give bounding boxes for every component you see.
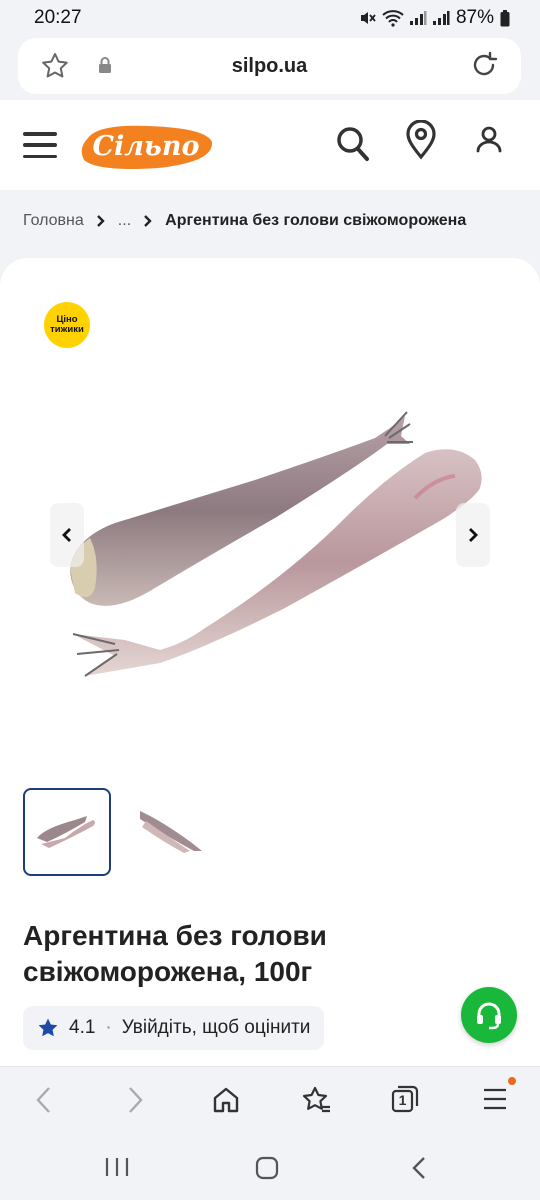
- browser-menu-icon[interactable]: [482, 1087, 508, 1111]
- signal-icon-2: [432, 11, 450, 25]
- rating-separator: ·: [105, 1017, 112, 1038]
- promo-badge: Ціно тижики: [44, 302, 90, 348]
- thumbnail-image: [37, 816, 95, 848]
- browser-url-bar[interactable]: silpo.ua: [18, 38, 521, 94]
- site-header: Сільпо: [0, 100, 540, 190]
- status-time: 20:27: [34, 7, 82, 28]
- browser-bottom-toolbar: 1: [0, 1066, 540, 1134]
- thumbnail-1[interactable]: [23, 788, 111, 876]
- rating-box[interactable]: 4.1 · Увійдіть, щоб оцінити: [23, 1006, 325, 1050]
- status-bar: 20:27 87%: [0, 0, 540, 36]
- product-card: Ціно тижики Аргентина без голови свіжомо…: [0, 258, 540, 1078]
- support-chat-button[interactable]: [461, 987, 517, 1043]
- tabs-button[interactable]: 1: [391, 1085, 419, 1113]
- reload-icon[interactable]: [469, 50, 499, 80]
- thumbnail-image: [140, 811, 202, 853]
- url-domain[interactable]: silpo.ua: [18, 55, 521, 78]
- user-account-icon[interactable]: [475, 125, 503, 155]
- chevron-right-icon: [96, 215, 105, 227]
- slider-next-button[interactable]: [456, 503, 490, 567]
- mute-icon: [360, 12, 376, 24]
- rating-star-icon: [38, 1018, 58, 1037]
- rating-value: 4.1: [69, 1017, 96, 1038]
- chevron-right-icon: [144, 215, 152, 227]
- breadcrumb-current: Аргентина без голови свіжоморожена: [165, 212, 467, 229]
- headset-icon: [477, 1002, 501, 1030]
- menu-burger-icon[interactable]: [23, 132, 57, 158]
- rating-login-prompt[interactable]: Увійдіть, щоб оцінити: [122, 1017, 311, 1039]
- forward-icon[interactable]: [125, 1085, 145, 1115]
- thumbnail-2[interactable]: [125, 788, 213, 876]
- back-icon[interactable]: [34, 1085, 54, 1115]
- search-icon[interactable]: [335, 125, 371, 163]
- product-title: Аргентина без голови свіжоморожена, 100г: [23, 920, 327, 987]
- signal-icon-1: [409, 11, 427, 25]
- recent-apps-icon[interactable]: [104, 1156, 130, 1178]
- system-back-icon[interactable]: [410, 1156, 428, 1180]
- silpo-logo[interactable]: Сільпо: [78, 118, 218, 174]
- location-pin-icon[interactable]: [404, 120, 438, 160]
- breadcrumb-ellipsis[interactable]: ...: [118, 212, 131, 230]
- chevron-left-icon: [62, 528, 71, 542]
- battery-percent: 87%: [455, 7, 494, 28]
- breadcrumb: Головна ... Аргентина без голови свіжомо…: [23, 212, 466, 230]
- notification-dot: [508, 1077, 516, 1085]
- badge-line2: тижики: [50, 324, 84, 335]
- wifi-icon: [382, 10, 404, 27]
- chevron-right-icon: [469, 528, 478, 542]
- slider-prev-button[interactable]: [50, 503, 84, 567]
- status-icons: [359, 9, 450, 27]
- logo-text: Сільпо: [93, 131, 200, 162]
- status-right: 87%: [359, 7, 510, 29]
- battery-icon: [500, 9, 510, 26]
- product-main-image[interactable]: [55, 398, 490, 688]
- tabs-count: 1: [398, 1092, 407, 1108]
- breadcrumb-home[interactable]: Головна: [23, 212, 84, 230]
- bookmarks-icon[interactable]: [300, 1085, 332, 1115]
- system-navigation-bar: [0, 1134, 540, 1200]
- system-home-icon[interactable]: [255, 1156, 279, 1180]
- home-icon[interactable]: [211, 1085, 241, 1115]
